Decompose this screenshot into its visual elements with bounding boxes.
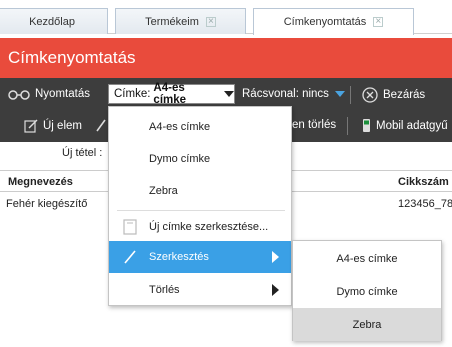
print-label: Nyomtatás: [35, 88, 90, 100]
tab-bar: Kezdőlap Termékeim × Címkenyomtatás ×: [0, 0, 452, 35]
mobile-data-button[interactable]: Mobil adatgyű: [362, 118, 448, 133]
column-header-sku[interactable]: Cikkszám: [398, 176, 449, 188]
close-tab-icon[interactable]: ×: [205, 16, 216, 27]
menu-item-label: A4-es címke: [149, 121, 211, 133]
menu-item-label: Szerkesztés: [149, 251, 209, 263]
menu-item-label: Dymo címke: [149, 153, 211, 165]
label-select-prefix: Címke:: [114, 88, 151, 100]
column-header-name[interactable]: Megnevezés: [8, 176, 73, 188]
menu-item-a4[interactable]: A4-es címke: [109, 111, 291, 143]
cell-name: Fehér kiegészítő: [6, 198, 88, 210]
menu-item-new-label[interactable]: Új címke szerkesztése...: [109, 211, 291, 243]
close-button[interactable]: Bezárás: [362, 87, 425, 103]
close-circle-icon: [362, 87, 378, 103]
new-item-label: Új elem: [43, 120, 82, 132]
submenu-item-zebra[interactable]: Zebra: [293, 308, 441, 341]
grid-lines-dropdown[interactable]: Rácsvonal: nincs: [242, 88, 345, 100]
menu-item-edit[interactable]: Szerkesztés: [109, 241, 291, 273]
edit-icon: [24, 119, 38, 133]
submenu-item-label: A4-es címke: [336, 252, 398, 265]
tab-products[interactable]: Termékeim ×: [115, 8, 246, 34]
submenu-item-dymo[interactable]: Dymo címke: [293, 275, 441, 308]
menu-item-label: Törlés: [149, 284, 180, 296]
grid-lines-label: Rácsvonal: nincs: [242, 88, 329, 100]
menu-item-label: Zebra: [149, 185, 178, 197]
label-type-select[interactable]: Címke: A4-es címke: [108, 82, 235, 106]
tab-label-printing[interactable]: Címkenyomtatás ×: [253, 8, 414, 35]
label-type-menu: A4-es címke Dymo címke Zebra Új címke sz…: [108, 106, 292, 306]
new-document-icon: [123, 219, 137, 235]
chevron-down-icon: [224, 91, 234, 97]
tab-home[interactable]: Kezdőlap: [0, 8, 108, 34]
menu-item-dymo[interactable]: Dymo címke: [109, 143, 291, 175]
tab-label: Kezdőlap: [29, 15, 75, 28]
close-tab-icon[interactable]: ×: [373, 17, 384, 27]
submenu-item-a4[interactable]: A4-es címke: [293, 242, 441, 275]
glasses-icon: [8, 90, 30, 100]
pencil-icon: [124, 250, 136, 264]
label-select-value: A4-es címke: [153, 82, 187, 106]
chevron-right-icon: [272, 251, 279, 263]
edit-submenu: A4-es címke Dymo címke Zebra: [292, 240, 442, 341]
delete-label: en törlés: [292, 119, 337, 131]
submenu-item-label: Zebra: [352, 318, 382, 331]
menu-item-zebra[interactable]: Zebra: [109, 175, 291, 207]
tab-label: Termékeim: [145, 15, 199, 28]
page-title: Címkenyomtatás: [0, 38, 452, 78]
delete-button[interactable]: en törlés: [292, 119, 336, 131]
mobile-data-label: Mobil adatgyű: [376, 119, 448, 132]
submenu-item-label: Dymo címke: [336, 285, 398, 298]
close-label: Bezárás: [383, 89, 426, 101]
toolbar-divider: [347, 117, 348, 135]
chevron-right-icon: [272, 284, 279, 296]
chevron-down-icon: [334, 91, 345, 97]
print-button[interactable]: Nyomtatás: [8, 88, 90, 100]
new-row-label: Új tétel :: [62, 147, 103, 159]
toolbar-divider: [350, 86, 351, 104]
mobile-device-icon: [363, 119, 370, 132]
new-item-button[interactable]: Új elem: [24, 119, 82, 133]
menu-item-delete[interactable]: Törlés: [109, 274, 291, 306]
menu-item-label: Új címke szerkesztése...: [149, 221, 269, 233]
tab-label: Címkenyomtatás: [283, 16, 367, 28]
cell-sku: 123456_78: [398, 198, 452, 210]
